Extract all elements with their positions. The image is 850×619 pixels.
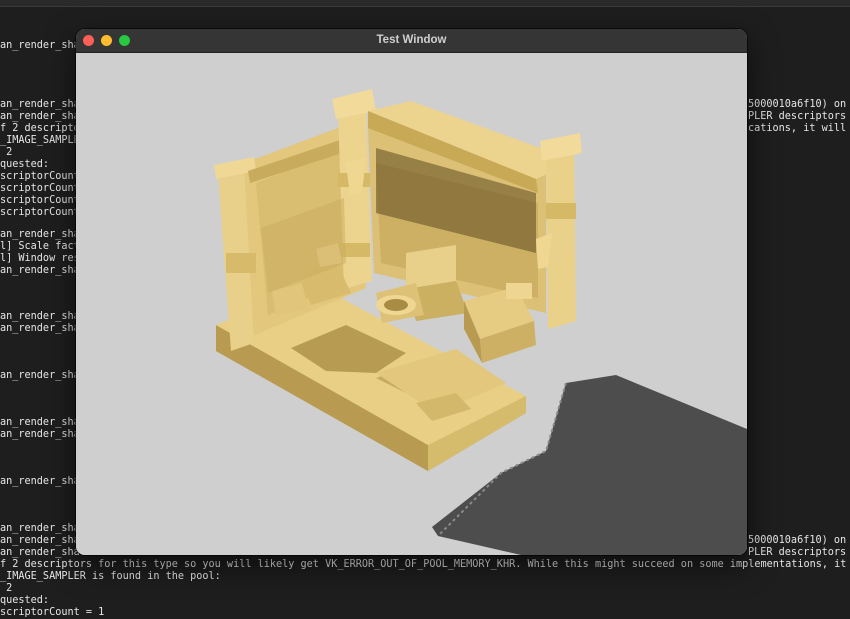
terminal-line: an_render_sha (0, 311, 80, 322)
terminal-line: an_render_sha (0, 535, 80, 546)
terminal-line: PLER descriptors f (748, 547, 850, 558)
terminal-line: quested: (0, 595, 50, 606)
terminal-line: scriptorCount (0, 183, 80, 194)
terminal-line: f 2 descriptors for this type so you wil… (0, 559, 850, 570)
terminal-line: an_render_sha (0, 99, 80, 110)
terminal-line: 5000010a6f10) on s (748, 535, 850, 546)
terminal-line: 2 (0, 147, 13, 158)
terminal-line: an_render_sha (0, 323, 80, 334)
terminal-line: an_render_sha (0, 111, 80, 122)
window-titlebar[interactable]: Test Window (76, 29, 747, 53)
rendered-scene (214, 89, 747, 555)
terminal-line: an_render_sha (0, 476, 80, 487)
terminal-line: 2 (0, 583, 13, 594)
terminal-line: 5000010a6f10) on s (748, 99, 850, 110)
terminal-line: an_render_sha (0, 523, 80, 534)
terminal-line: cations, it will f (748, 123, 850, 134)
terminal-line: scriptorCount = 1 (0, 607, 105, 618)
terminal-line: scriptorCount (0, 171, 80, 182)
terminal-line: l] Scale fact (0, 241, 80, 252)
terminal-line: _IMAGE_SAMPLER (0, 135, 86, 146)
terminal-line: an_render_sha (0, 370, 80, 381)
window-title: Test Window (376, 34, 447, 46)
diorama-model (214, 89, 582, 471)
terminal-line: PLER descriptors f (748, 111, 850, 122)
terminal-line: an_render_sha (0, 40, 80, 51)
terminal-line: _IMAGE_SAMPLER is found in the pool: (0, 571, 221, 582)
terminal-tab-strip (0, 0, 850, 7)
terminal-line: an_render_sha (0, 417, 80, 428)
terminal-line: an_render_sha (0, 547, 80, 558)
test-window[interactable]: Test Window (76, 29, 747, 555)
render-viewport[interactable] (76, 53, 747, 555)
terminal-line: scriptorCount (0, 195, 80, 206)
terminal-line: an_render_sha (0, 229, 80, 240)
terminal-line: quested: (0, 159, 50, 170)
terminal-line: an_render_sha (0, 429, 80, 440)
terminal-line: an_render_sha (0, 265, 80, 276)
terminal-line: scriptorCount (0, 207, 80, 218)
terminal-line: l] Window res (0, 253, 80, 264)
terminal-line: f 2 descripto (0, 123, 80, 134)
